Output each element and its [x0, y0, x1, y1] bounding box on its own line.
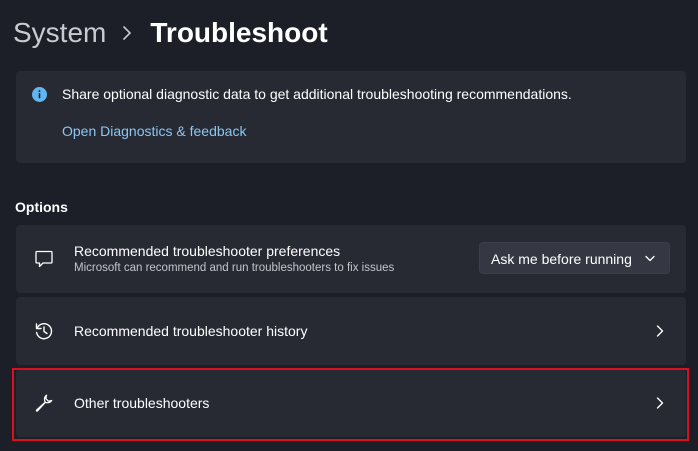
chevron-right-icon [123, 26, 132, 40]
breadcrumb: System Troubleshoot [13, 14, 328, 52]
history-icon [35, 323, 53, 340]
other-troubleshooters-title: Other troubleshooters [74, 395, 210, 411]
options-heading: Options [15, 199, 68, 215]
preferences-subtitle: Microsoft can recommend and run troubles… [74, 262, 395, 274]
wrench-icon [35, 394, 53, 412]
other-troubleshooters-row[interactable]: Other troubleshooters [16, 369, 686, 437]
troubleshooter-preferences-row: Recommended troubleshooter preferences M… [16, 225, 686, 293]
chevron-down-icon [645, 255, 655, 262]
diagnostic-info-text: Share optional diagnostic data to get ad… [62, 86, 572, 102]
preferences-title: Recommended troubleshooter preferences [74, 243, 341, 259]
dropdown-value: Ask me before running [491, 251, 632, 267]
history-title: Recommended troubleshooter history [74, 323, 308, 339]
troubleshooter-history-row[interactable]: Recommended troubleshooter history [16, 297, 686, 365]
breadcrumb-system[interactable]: System [13, 14, 106, 52]
page-title: Troubleshoot [150, 17, 328, 48]
troubleshooter-preference-dropdown[interactable]: Ask me before running [479, 242, 670, 274]
chat-bubble-icon [35, 250, 53, 268]
info-icon [32, 87, 47, 102]
open-diagnostics-link[interactable]: Open Diagnostics & feedback [62, 122, 246, 140]
chevron-right-icon [656, 325, 664, 337]
diagnostic-info-card: Share optional diagnostic data to get ad… [16, 71, 686, 163]
chevron-right-icon [656, 397, 664, 409]
troubleshoot-page: System Troubleshoot Share optional diagn… [0, 0, 698, 451]
